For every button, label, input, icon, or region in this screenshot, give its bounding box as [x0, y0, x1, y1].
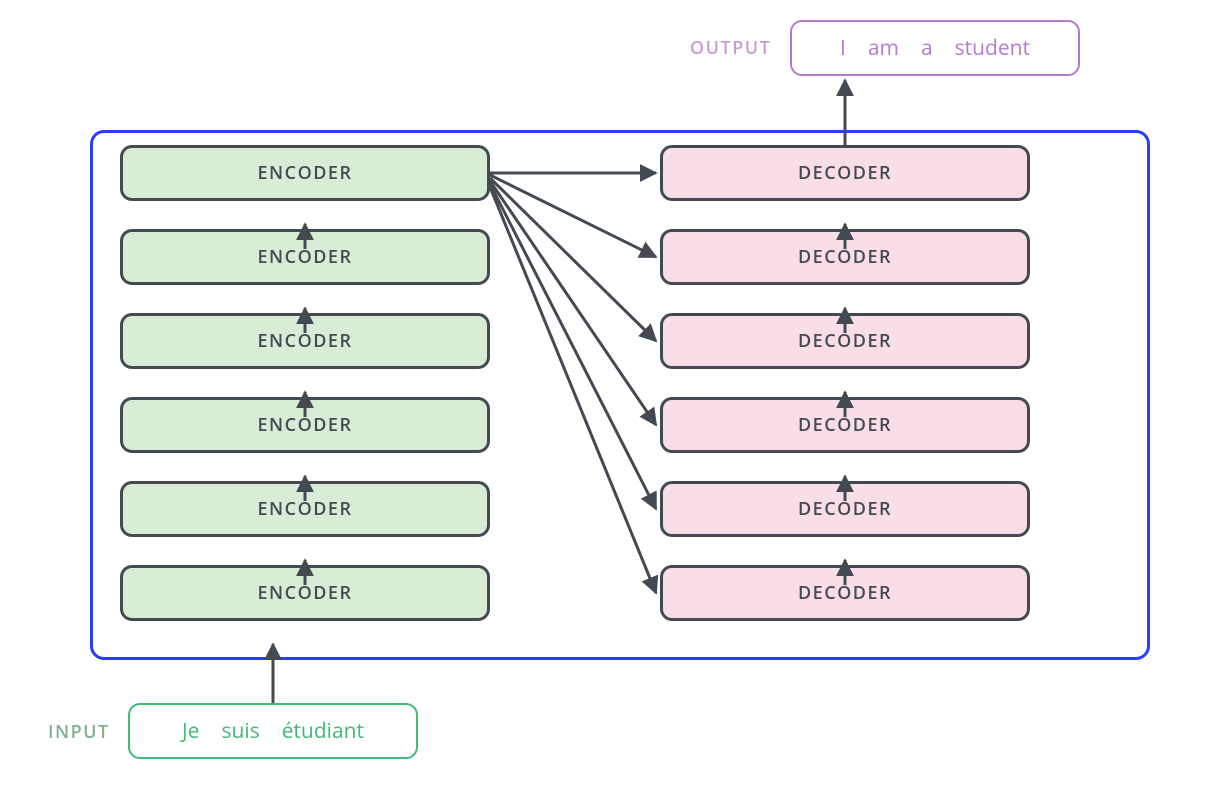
- encoder-block: ENCODER: [120, 229, 490, 285]
- decoder-block: DECODER: [660, 313, 1030, 369]
- output-token: I: [840, 34, 846, 62]
- input-token: Je: [182, 717, 199, 745]
- encoder-block: ENCODER: [120, 565, 490, 621]
- decoder-stack: DECODER DECODER DECODER DECODER DECODER …: [660, 145, 1030, 621]
- output-token: student: [955, 34, 1030, 62]
- decoder-block: DECODER: [660, 229, 1030, 285]
- output-token: am: [868, 34, 899, 62]
- encoder-block: ENCODER: [120, 397, 490, 453]
- encoder-block: ENCODER: [120, 481, 490, 537]
- input-token: suis: [221, 717, 259, 745]
- decoder-block: DECODER: [660, 481, 1030, 537]
- decoder-block: DECODER: [660, 145, 1030, 201]
- encoder-stack: ENCODER ENCODER ENCODER ENCODER ENCODER …: [120, 145, 490, 621]
- output-token: a: [921, 34, 933, 62]
- encoder-block: ENCODER: [120, 313, 490, 369]
- input-box: Je suis étudiant: [128, 703, 418, 759]
- input-label: INPUT: [48, 720, 110, 744]
- decoder-block: DECODER: [660, 565, 1030, 621]
- output-label: OUTPUT: [690, 36, 771, 60]
- output-box: I am a student: [790, 20, 1080, 76]
- input-token: étudiant: [282, 717, 364, 745]
- decoder-block: DECODER: [660, 397, 1030, 453]
- encoder-block: ENCODER: [120, 145, 490, 201]
